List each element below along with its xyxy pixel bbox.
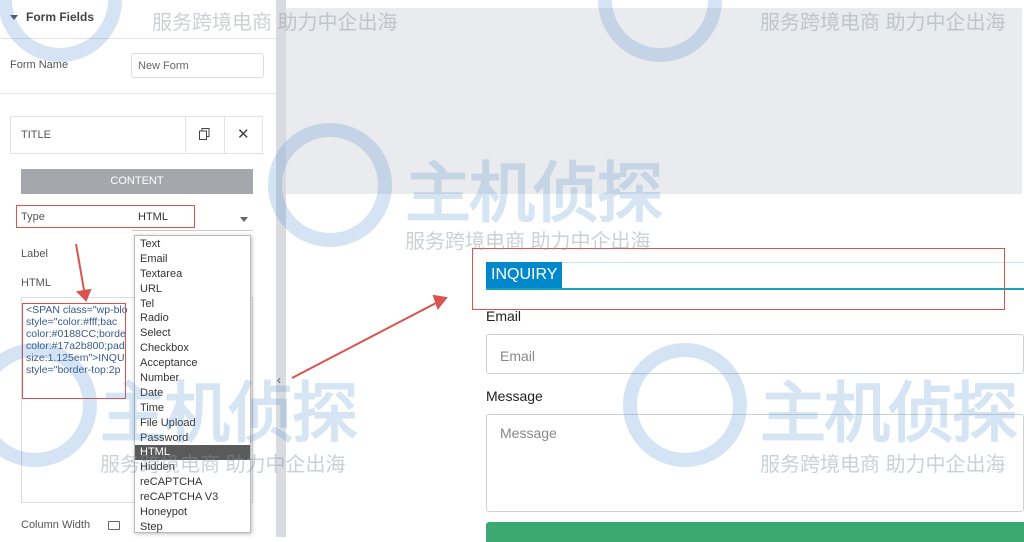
annotation-overlay	[0, 0, 747, 467]
watermark-globe-icon	[0, 0, 747, 467]
red-arrow-icon	[75, 243, 448, 379]
